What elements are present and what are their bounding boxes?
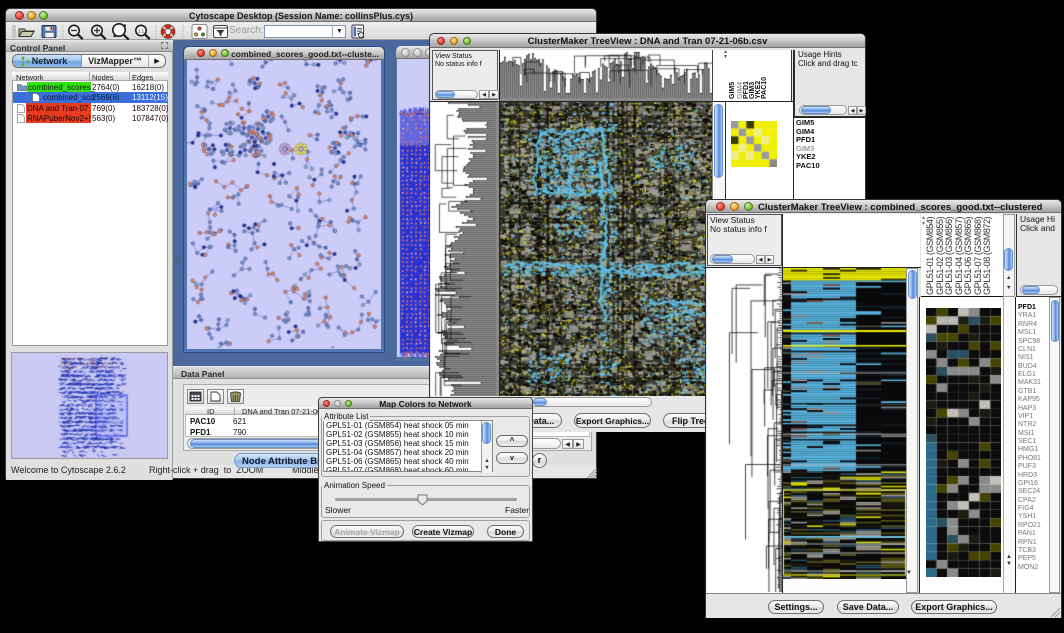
- svg-text:1:1: 1:1: [138, 29, 145, 34]
